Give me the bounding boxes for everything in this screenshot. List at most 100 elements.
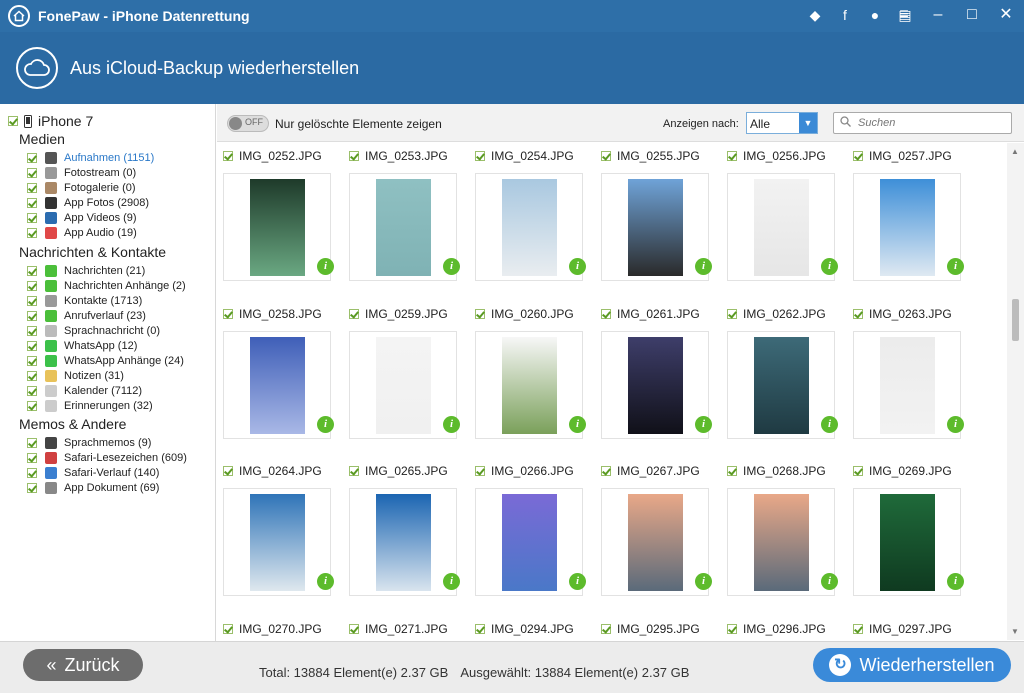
photo-item[interactable]: IMG_0297.JPG xyxy=(853,621,963,637)
photo-item[interactable]: IMG_0259.JPG i xyxy=(349,306,460,439)
photo-item[interactable]: IMG_0261.JPG i xyxy=(601,306,712,439)
photo-checkbox[interactable] xyxy=(223,309,233,319)
photo-checkbox[interactable] xyxy=(349,466,359,476)
photo-item[interactable]: IMG_0271.JPG xyxy=(349,621,459,637)
sidebar-item[interactable]: Aufnahmen (1151) xyxy=(27,150,154,165)
scroll-down-icon[interactable]: ▼ xyxy=(1011,627,1019,636)
photo-checkbox[interactable] xyxy=(349,309,359,319)
menu-icon[interactable]: ≡ xyxy=(896,4,912,26)
photo-item[interactable]: IMG_0263.JPG i xyxy=(853,306,964,439)
device-item[interactable]: iPhone 7 xyxy=(8,113,93,129)
photo-thumbnail[interactable]: i xyxy=(727,331,838,439)
photo-checkbox[interactable] xyxy=(475,466,485,476)
photo-thumbnail[interactable]: i xyxy=(349,173,460,281)
diamond-icon[interactable]: ◆ xyxy=(806,6,824,24)
sidebar-item-checkbox[interactable] xyxy=(27,152,37,163)
sidebar-item[interactable]: WhatsApp Anhänge (24) xyxy=(27,353,184,368)
photo-checkbox[interactable] xyxy=(727,466,737,476)
chat-icon[interactable]: ● xyxy=(866,6,884,24)
photo-thumbnail[interactable]: i xyxy=(853,488,964,596)
close-icon[interactable]: ✕ xyxy=(998,4,1014,26)
sidebar-item-checkbox[interactable] xyxy=(27,385,37,396)
sidebar-item-checkbox[interactable] xyxy=(27,182,37,193)
sidebar-item[interactable]: Fotostream (0) xyxy=(27,165,136,180)
photo-item[interactable]: IMG_0252.JPG i xyxy=(223,148,334,281)
sidebar-item[interactable]: Nachrichten Anhänge (2) xyxy=(27,278,186,293)
info-icon[interactable]: i xyxy=(569,416,586,433)
sidebar-item-checkbox[interactable] xyxy=(27,452,37,463)
info-icon[interactable]: i xyxy=(569,573,586,590)
photo-thumbnail[interactable]: i xyxy=(601,331,712,439)
info-icon[interactable]: i xyxy=(695,258,712,275)
sidebar-item[interactable]: App Dokument (69) xyxy=(27,480,159,495)
sidebar-item-checkbox[interactable] xyxy=(27,482,37,493)
photo-item[interactable]: IMG_0253.JPG i xyxy=(349,148,460,281)
sidebar-item-checkbox[interactable] xyxy=(27,437,37,448)
sidebar-item[interactable]: Anrufverlauf (23) xyxy=(27,308,146,323)
photo-checkbox[interactable] xyxy=(601,466,611,476)
photo-checkbox[interactable] xyxy=(727,624,737,634)
scroll-thumb[interactable] xyxy=(1012,299,1019,341)
sidebar-item-checkbox[interactable] xyxy=(27,197,37,208)
photo-checkbox[interactable] xyxy=(727,309,737,319)
photo-checkbox[interactable] xyxy=(475,309,485,319)
photo-item[interactable]: IMG_0267.JPG i xyxy=(601,463,712,596)
photo-checkbox[interactable] xyxy=(727,151,737,161)
info-icon[interactable]: i xyxy=(695,573,712,590)
sidebar-item-checkbox[interactable] xyxy=(27,355,37,366)
minimize-icon[interactable]: – xyxy=(930,4,946,26)
sidebar-item[interactable]: Sprachmemos (9) xyxy=(27,435,151,450)
sidebar-item[interactable]: App Fotos (2908) xyxy=(27,195,149,210)
photo-item[interactable]: IMG_0294.JPG xyxy=(475,621,585,637)
photo-checkbox[interactable] xyxy=(223,151,233,161)
sidebar-item[interactable]: WhatsApp (12) xyxy=(27,338,137,353)
sidebar-item[interactable]: App Audio (19) xyxy=(27,225,137,240)
photo-checkbox[interactable] xyxy=(601,624,611,634)
photo-checkbox[interactable] xyxy=(475,624,485,634)
photo-item[interactable]: IMG_0255.JPG i xyxy=(601,148,712,281)
sidebar-item[interactable]: Erinnerungen (32) xyxy=(27,398,153,413)
photo-item[interactable]: IMG_0264.JPG i xyxy=(223,463,334,596)
home-icon[interactable] xyxy=(8,5,30,27)
photo-thumbnail[interactable]: i xyxy=(475,173,586,281)
photo-thumbnail[interactable]: i xyxy=(223,173,334,281)
photo-item[interactable]: IMG_0266.JPG i xyxy=(475,463,586,596)
info-icon[interactable]: i xyxy=(821,416,838,433)
sidebar-item[interactable]: Safari-Verlauf (140) xyxy=(27,465,159,480)
photo-thumbnail[interactable]: i xyxy=(853,173,964,281)
deleted-only-toggle[interactable]: OFF xyxy=(227,115,269,132)
photo-checkbox[interactable] xyxy=(853,309,863,319)
sidebar-item-checkbox[interactable] xyxy=(27,167,37,178)
info-icon[interactable]: i xyxy=(947,573,964,590)
photo-item[interactable]: IMG_0265.JPG i xyxy=(349,463,460,596)
sidebar-item-checkbox[interactable] xyxy=(27,265,37,276)
photo-checkbox[interactable] xyxy=(601,309,611,319)
sidebar-item-checkbox[interactable] xyxy=(27,212,37,223)
sidebar-item-checkbox[interactable] xyxy=(27,325,37,336)
photo-item[interactable]: IMG_0262.JPG i xyxy=(727,306,838,439)
device-checkbox[interactable] xyxy=(8,116,18,126)
sidebar-item[interactable]: Fotogalerie (0) xyxy=(27,180,136,195)
facebook-icon[interactable]: f xyxy=(836,6,854,24)
info-icon[interactable]: i xyxy=(821,573,838,590)
chevron-down-icon[interactable]: ▼ xyxy=(799,113,817,133)
sidebar-item-checkbox[interactable] xyxy=(27,370,37,381)
photo-thumbnail[interactable]: i xyxy=(349,488,460,596)
photo-item[interactable]: IMG_0295.JPG xyxy=(601,621,711,637)
photo-item[interactable]: IMG_0260.JPG i xyxy=(475,306,586,439)
info-icon[interactable]: i xyxy=(443,573,460,590)
photo-thumbnail[interactable]: i xyxy=(601,173,712,281)
sidebar-item[interactable]: Safari-Lesezeichen (609) xyxy=(27,450,187,465)
photo-thumbnail[interactable]: i xyxy=(223,488,334,596)
info-icon[interactable]: i xyxy=(947,416,964,433)
back-button[interactable]: « Zurück xyxy=(23,649,143,681)
info-icon[interactable]: i xyxy=(317,573,334,590)
photo-checkbox[interactable] xyxy=(853,151,863,161)
photo-checkbox[interactable] xyxy=(853,624,863,634)
photo-thumbnail[interactable]: i xyxy=(727,488,838,596)
scroll-up-icon[interactable]: ▲ xyxy=(1011,147,1019,156)
photo-thumbnail[interactable]: i xyxy=(223,331,334,439)
photo-thumbnail[interactable]: i xyxy=(601,488,712,596)
sidebar-item[interactable]: Nachrichten (21) xyxy=(27,263,145,278)
search-input[interactable] xyxy=(858,115,1008,131)
